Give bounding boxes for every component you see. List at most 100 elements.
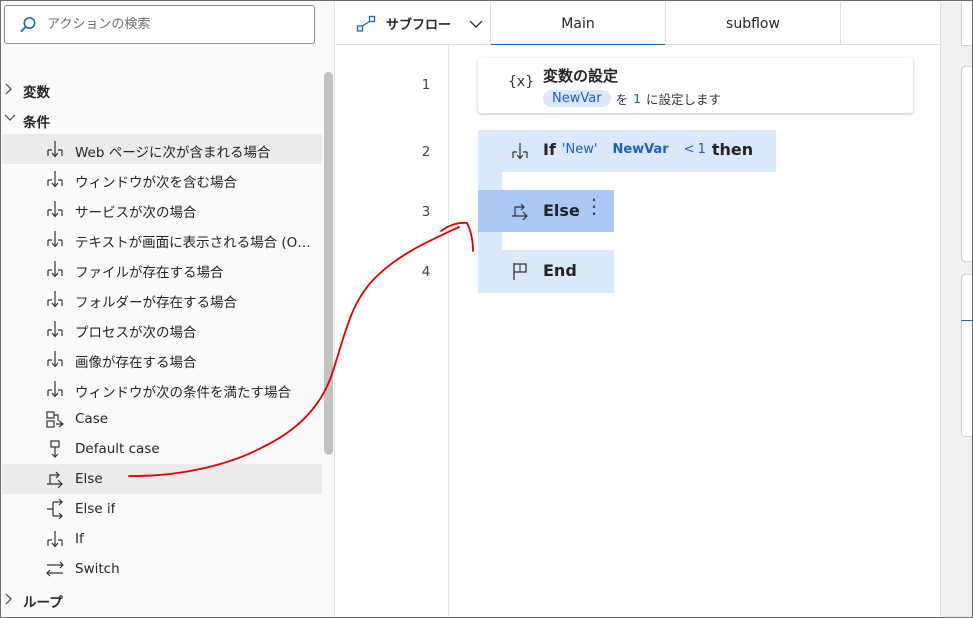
subflow-dropdown[interactable]: サブフロー [336,2,491,45]
group-label: ループ [23,595,63,611]
subflow-icon [356,15,376,32]
tab-bar: サブフロー Main subflow [336,2,940,46]
actions-panel: 変数 条件 Web ページに次が含まれる場合 ウィンドウが次を含む場合 サービス… [2,2,335,617]
flow-canvas: {x} 変数の設定 NewVar を 1 に設定します If 'New' New… [450,45,940,617]
action-item[interactable]: Web ページに次が含まれる場合 [2,134,322,164]
default-case-icon [50,440,60,458]
scrollbar-thumb[interactable] [324,72,333,455]
step-if[interactable]: If 'New' NewVar < 1 then [478,130,776,172]
action-item[interactable]: テキストが画面に表示される場合 (OC... [2,224,322,254]
line-number: 3 [421,204,431,220]
variable-token: NewVar [603,141,678,158]
tab-main[interactable]: Main [491,2,666,46]
if-condition: If 'New' NewVar < 1 then [543,140,759,159]
if-body-connector [478,172,502,190]
step-set-variable[interactable]: {x} 変数の設定 NewVar を 1 に設定します [478,58,913,113]
search-icon [20,16,36,32]
action-item[interactable]: Switch [2,554,322,584]
tab-subflow[interactable]: subflow [666,2,841,45]
app-window: 変数 条件 Web ページに次が含まれる場合 ウィンドウが次を含む場合 サービス… [0,0,973,618]
action-label: ファイルが存在する場合 [75,265,224,281]
branch-down-icon [47,141,63,158]
step-end[interactable]: End [478,250,614,293]
branch-down-icon [47,531,63,548]
branch-down-icon [47,291,63,308]
right-panel-card[interactable] [961,274,972,437]
string-token: 'New' [561,142,598,157]
group-conditions[interactable]: 条件 [2,104,322,134]
action-label: If [75,531,84,547]
right-panel-card[interactable] [961,66,972,262]
else-if-icon [47,499,63,519]
line-number: 2 [421,144,431,160]
action-item[interactable]: Case [2,404,322,434]
desc-text: に設定します [646,92,722,107]
search-box[interactable] [4,5,315,44]
branch-down-icon [47,231,63,248]
right-panel-header [961,2,972,46]
action-item[interactable]: ファイルが存在する場合 [2,254,322,284]
end-keyword: End [543,261,577,280]
tab-label: Main [561,15,595,32]
flag-icon [513,263,527,280]
action-item[interactable]: プロセスが次の場合 [2,314,322,344]
action-item[interactable]: フォルダーが存在する場合 [2,284,322,314]
group-variables[interactable]: 変数 [2,74,322,104]
switch-icon [46,561,64,577]
right-panel [940,2,972,617]
step-else[interactable]: Else ⋮ [478,190,614,232]
action-item[interactable]: If [2,524,322,554]
line-number: 4 [421,264,431,280]
group-loops[interactable]: ループ [2,584,322,614]
desc-text: を [615,92,629,107]
right-panel-accent-line [961,320,972,321]
action-label: Default case [75,441,160,457]
step-title: 変数の設定 [543,67,619,85]
action-label: テキストが画面に表示される場合 (OC... [75,235,315,251]
branch-down-icon [47,381,63,398]
action-item[interactable]: サービスが次の場合 [2,194,322,224]
line-number-gutter: 1 2 3 4 [336,45,449,617]
branch-down-icon [47,201,63,218]
else-body-connector [478,232,502,250]
then-keyword: then [711,140,754,159]
action-item[interactable]: ウィンドウが次を含む場合 [2,164,322,194]
more-options-icon[interactable]: ⋮ [584,196,604,216]
else-icon [512,203,528,221]
variable-icon: {x} [508,74,535,90]
action-item[interactable]: Default case [2,434,322,464]
chevron-right-icon [5,83,12,95]
chevron-right-icon [5,593,12,605]
else-icon [47,471,63,489]
variable-token: NewVar [543,90,611,107]
actions-tree: 変数 条件 Web ページに次が含まれる場合 ウィンドウが次を含む場合 サービス… [2,74,322,614]
if-keyword: If [543,140,556,159]
group-label: 条件 [23,115,50,131]
branch-down-icon [47,171,63,188]
action-item[interactable]: ウィンドウが次の条件を満たす場合 [2,374,322,404]
action-item[interactable]: 画像が存在する場合 [2,344,322,374]
action-label: Case [75,411,109,427]
action-item[interactable]: Else [2,464,322,494]
subflow-label: サブフロー [386,18,452,33]
branch-down-icon [512,143,528,160]
action-label: ウィンドウが次を含む場合 [75,175,237,191]
action-label: ウィンドウが次の条件を満たす場合 [75,385,291,401]
line-number: 1 [421,77,431,93]
action-label: Web ページに次が含まれる場合 [75,145,271,161]
case-icon [46,411,64,428]
branch-down-icon [47,321,63,338]
search-input[interactable] [47,17,297,32]
action-label: フォルダーが存在する場合 [75,295,237,311]
action-label: Switch [75,561,120,577]
branch-down-icon [47,351,63,368]
tab-label: subflow [726,15,780,32]
branch-down-icon [47,261,63,278]
action-label: プロセスが次の場合 [75,325,197,341]
chevron-down-icon [4,114,16,121]
action-item[interactable]: Else if [2,494,322,524]
else-keyword: Else [543,201,580,220]
group-label: 変数 [23,85,50,101]
action-label: サービスが次の場合 [75,205,197,221]
action-label: Else [75,471,103,487]
